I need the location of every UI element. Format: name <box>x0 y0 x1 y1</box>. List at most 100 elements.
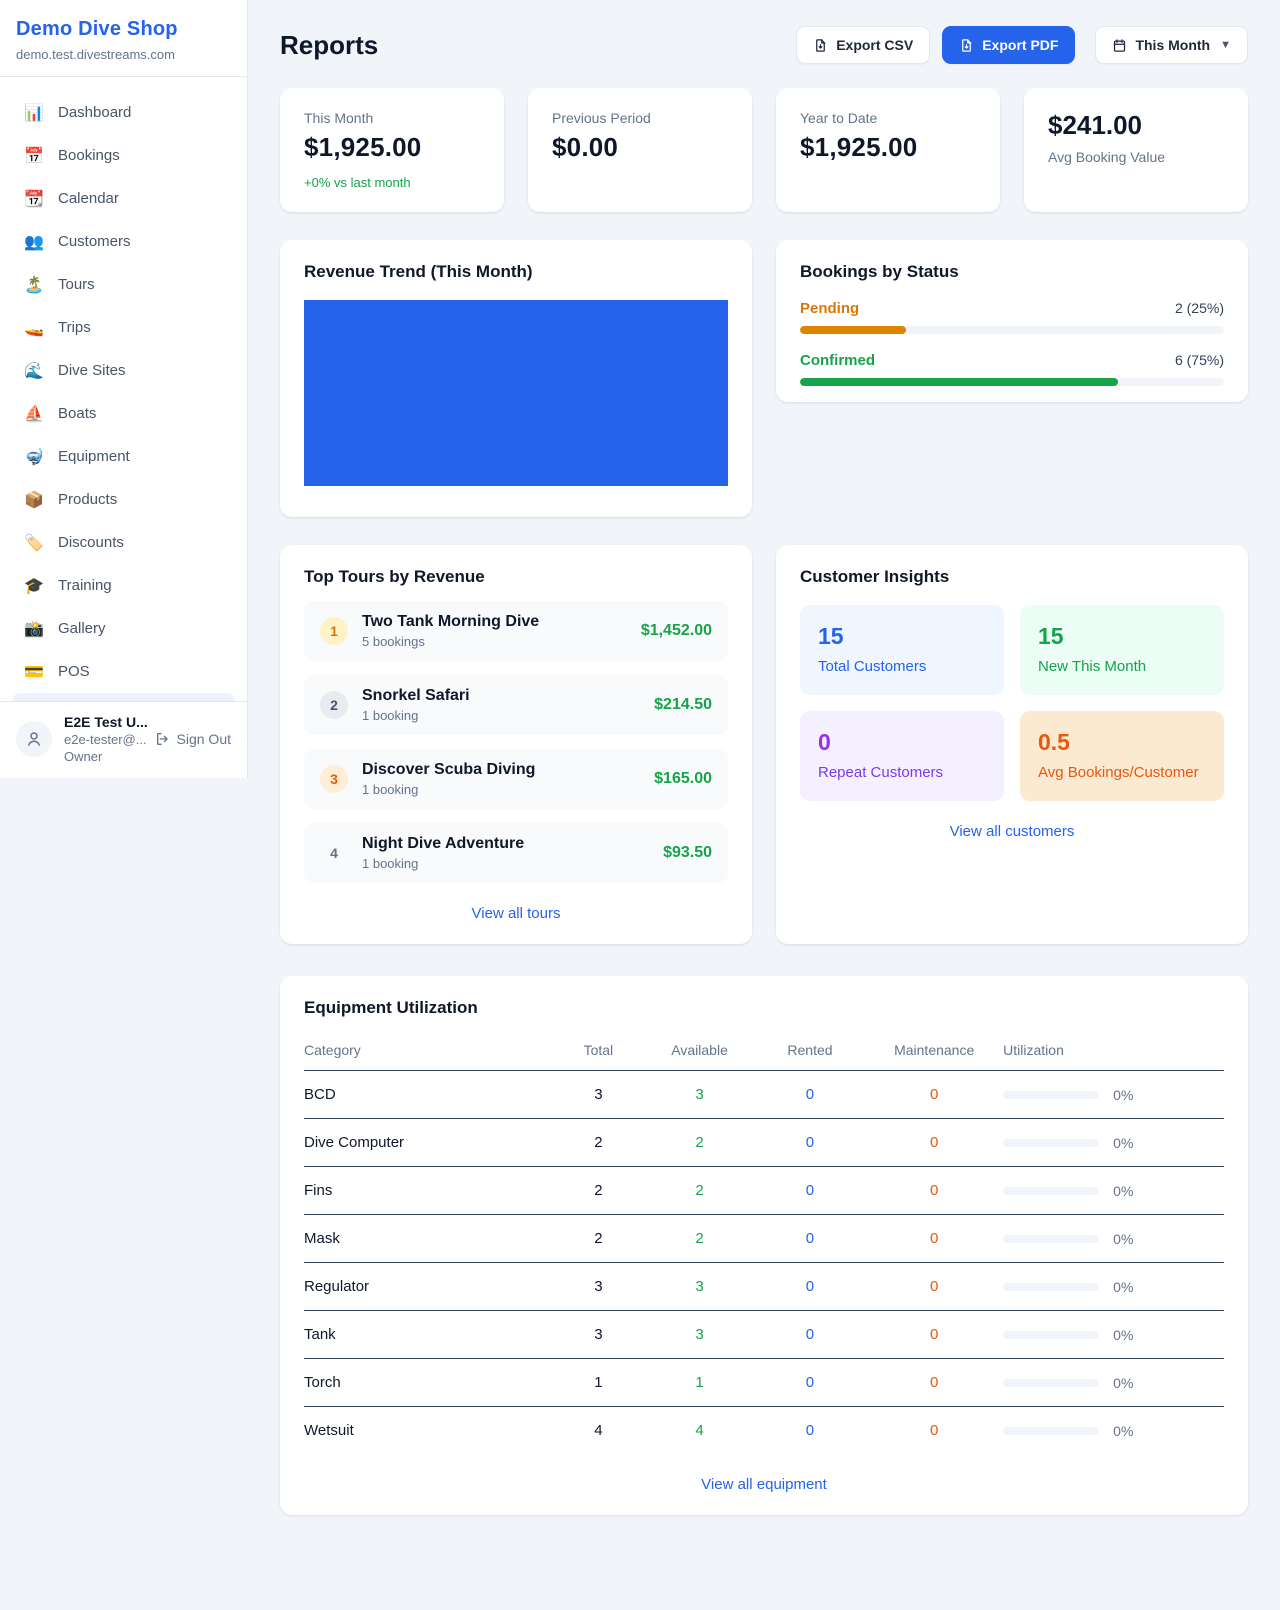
sidebar-item-equipment[interactable]: 🤿 Equipment <box>12 435 235 478</box>
cell-available: 1 <box>644 1359 754 1407</box>
col-header-total: Total <box>552 1030 644 1071</box>
period-dropdown[interactable]: This Month ▼ <box>1095 26 1248 64</box>
utilization-bar-track <box>1003 1331 1099 1339</box>
shop-domain: demo.test.divestreams.com <box>16 47 231 62</box>
export-csv-button[interactable]: Export CSV <box>796 26 930 64</box>
tile-value: 0.5 <box>1038 729 1206 756</box>
stats-row: This Month $1,925.00 +0% vs last month P… <box>280 88 1248 212</box>
sidebar-item-dive-sites[interactable]: 🌊 Dive Sites <box>12 349 235 392</box>
cell-maintenance: 0 <box>865 1407 1003 1455</box>
table-header-row: Category Total Available Rented Maintena… <box>304 1030 1224 1071</box>
utilization-percent: 0% <box>1113 1423 1133 1439</box>
cell-available: 2 <box>644 1167 754 1215</box>
cell-maintenance: 0 <box>865 1359 1003 1407</box>
cell-maintenance: 0 <box>865 1263 1003 1311</box>
equipment-utilization-title: Equipment Utilization <box>304 998 1224 1018</box>
sidebar-item-customers[interactable]: 👥 Customers <box>12 220 235 263</box>
sidebar-item-boats[interactable]: ⛵ Boats <box>12 392 235 435</box>
sidebar-item-bookings[interactable]: 📅 Bookings <box>12 134 235 177</box>
rank-badge: 2 <box>320 691 348 719</box>
tile-value: 0 <box>818 729 986 756</box>
cell-rented: 0 <box>755 1311 865 1359</box>
sidebar-user-footer: E2E Test U... e2e-tester@... Owner Sign … <box>0 701 247 778</box>
page-title: Reports <box>280 30 378 61</box>
tour-bookings: 1 booking <box>362 708 640 723</box>
sidebar-item-dashboard[interactable]: 📊 Dashboard <box>12 91 235 134</box>
tile-avg-bookings-customer: 0.5 Avg Bookings/Customer <box>1020 711 1224 801</box>
rank-badge: 4 <box>320 839 348 867</box>
file-csv-icon <box>813 38 828 53</box>
col-header-available: Available <box>644 1030 754 1071</box>
view-all-tours-link[interactable]: View all tours <box>304 905 728 922</box>
tile-label: Repeat Customers <box>818 764 986 781</box>
stat-value: $1,925.00 <box>800 132 976 163</box>
sidebar-item-label: Gallery <box>58 620 106 637</box>
status-label-pending: Pending <box>800 300 859 317</box>
tour-name: Two Tank Morning Dive <box>362 613 627 631</box>
sidebar-item-trips[interactable]: 🚤 Trips <box>12 306 235 349</box>
insight-grid: 15 Total Customers 15 New This Month 0 R… <box>800 605 1224 801</box>
tour-name: Night Dive Adventure <box>362 835 649 853</box>
cell-total: 2 <box>552 1167 644 1215</box>
tour-row-1[interactable]: 1 Two Tank Morning Dive 5 bookings $1,45… <box>304 601 728 661</box>
sidebar-item-products[interactable]: 📦 Products <box>12 478 235 521</box>
avatar <box>16 721 52 757</box>
stat-label: Previous Period <box>552 110 728 126</box>
tile-label: Total Customers <box>818 658 986 675</box>
stat-delta: +0% vs last month <box>304 175 480 190</box>
tour-bookings: 1 booking <box>362 782 640 797</box>
status-label-confirmed: Confirmed <box>800 352 875 369</box>
sign-out-button[interactable]: Sign Out <box>155 731 231 747</box>
cell-category: Wetsuit <box>304 1407 552 1455</box>
status-row-pending: Pending 2 (25%) <box>800 300 1224 334</box>
equipment-icon: 🤿 <box>24 447 44 467</box>
sidebar-item-calendar[interactable]: 📆 Calendar <box>12 177 235 220</box>
export-pdf-button[interactable]: Export PDF <box>942 26 1075 64</box>
equipment-table: Category Total Available Rented Maintena… <box>304 1030 1224 1454</box>
cell-total: 3 <box>552 1071 644 1119</box>
dashboard-icon: 📊 <box>24 103 44 123</box>
sidebar-item-discounts[interactable]: 🏷️ Discounts <box>12 521 235 564</box>
status-count-pending: 2 (25%) <box>1175 300 1224 316</box>
insights-row: Top Tours by Revenue 1 Two Tank Morning … <box>280 545 1248 944</box>
cell-total: 2 <box>552 1215 644 1263</box>
sidebar-item-pos[interactable]: 💳 POS <box>12 650 235 693</box>
sidebar-item-tours[interactable]: 🏝️ Tours <box>12 263 235 306</box>
tour-amount: $1,452.00 <box>641 622 712 640</box>
cell-category: Regulator <box>304 1263 552 1311</box>
person-icon <box>25 730 43 748</box>
sidebar-item-training[interactable]: 🎓 Training <box>12 564 235 607</box>
tile-value: 15 <box>818 623 986 650</box>
sidebar-item-label: Dashboard <box>58 104 131 121</box>
brand-block: Demo Dive Shop demo.test.divestreams.com <box>0 0 247 77</box>
view-all-customers-link[interactable]: View all customers <box>800 823 1224 840</box>
charts-row: Revenue Trend (This Month) Bookings by S… <box>280 240 1248 517</box>
tile-label: New This Month <box>1038 658 1206 675</box>
cell-available: 3 <box>644 1071 754 1119</box>
utilization-bar-track <box>1003 1187 1099 1195</box>
tour-row-3[interactable]: 3 Discover Scuba Diving 1 booking $165.0… <box>304 749 728 809</box>
sidebar-item-label: Trips <box>58 319 91 336</box>
tile-value: 15 <box>1038 623 1206 650</box>
top-tours-card: Top Tours by Revenue 1 Two Tank Morning … <box>280 545 752 944</box>
boats-icon: ⛵ <box>24 404 44 424</box>
view-all-equipment-link[interactable]: View all equipment <box>304 1476 1224 1493</box>
stat-card-previous-period: Previous Period $0.00 <box>528 88 752 212</box>
logout-icon <box>155 731 171 747</box>
sidebar-item-gallery[interactable]: 📸 Gallery <box>12 607 235 650</box>
bookings-by-status-title: Bookings by Status <box>800 262 1224 282</box>
sidebar-nav: 📊 Dashboard 📅 Bookings 📆 Calendar 👥 Cust… <box>0 77 247 701</box>
tour-row-4[interactable]: 4 Night Dive Adventure 1 booking $93.50 <box>304 823 728 883</box>
col-header-utilization: Utilization <box>1003 1030 1224 1071</box>
gallery-icon: 📸 <box>24 619 44 639</box>
user-email: e2e-tester@... <box>64 732 143 747</box>
cell-rented: 0 <box>755 1215 865 1263</box>
sidebar-item-reports-partial[interactable] <box>12 693 235 701</box>
sidebar-item-label: Products <box>58 491 117 508</box>
tour-amount: $93.50 <box>663 844 712 862</box>
user-info: E2E Test U... e2e-tester@... Owner <box>64 714 143 764</box>
cell-category: Tank <box>304 1311 552 1359</box>
tour-row-2[interactable]: 2 Snorkel Safari 1 booking $214.50 <box>304 675 728 735</box>
bookings-icon: 📅 <box>24 146 44 166</box>
table-row: Tank33000% <box>304 1311 1224 1359</box>
